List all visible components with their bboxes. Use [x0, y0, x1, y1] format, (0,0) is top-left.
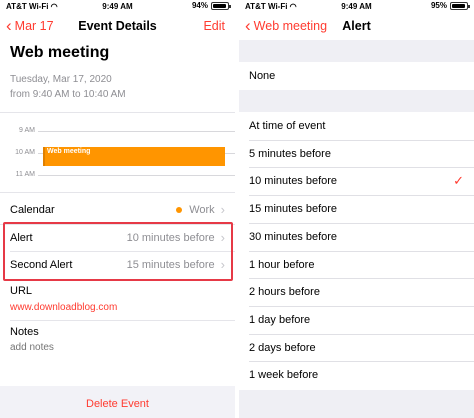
- battery-icon: [211, 1, 231, 10]
- battery-percent: 95%: [430, 1, 447, 10]
- battery-indicator: 95%: [430, 1, 470, 10]
- divider: [249, 361, 474, 363]
- option-label: 1 week before: [249, 369, 319, 382]
- nav-title: Alert: [342, 19, 371, 33]
- alert-option[interactable]: 2 days before: [239, 334, 474, 362]
- chevron-right-icon: ›: [220, 230, 225, 245]
- nav-title: Event Details: [78, 19, 157, 33]
- battery-icon: [450, 1, 470, 10]
- edit-button[interactable]: Edit: [203, 19, 225, 33]
- option-label: 15 minutes before: [249, 203, 338, 216]
- alert-label: Alert: [10, 231, 33, 244]
- alert-option[interactable]: 2 hours before: [239, 278, 474, 306]
- divider: [0, 112, 235, 113]
- divider: [0, 192, 235, 193]
- alert-option[interactable]: 1 hour before: [239, 251, 474, 279]
- option-label: 5 minutes before: [249, 147, 331, 160]
- alert-option[interactable]: 30 minutes before: [239, 223, 474, 251]
- option-label: 30 minutes before: [249, 230, 338, 243]
- divider: [249, 139, 474, 141]
- calendar-row[interactable]: Calendar Work ›: [10, 196, 225, 223]
- delete-event-button[interactable]: Delete Event: [0, 398, 235, 410]
- event-block[interactable]: Web meeting: [43, 147, 225, 166]
- nav-bar: ‹ Web meeting Alert: [239, 13, 474, 40]
- notes-label: Notes: [10, 326, 39, 338]
- second-alert-value: 15 minutes before: [126, 258, 215, 271]
- status-bar: AT&T Wi-Fi ◠ 9:49 AM 95%: [239, 0, 474, 13]
- battery-percent: 94%: [191, 1, 208, 10]
- option-label: At time of event: [249, 120, 326, 132]
- event-date: Tuesday, Mar 17, 2020: [10, 74, 112, 85]
- alert-option[interactable]: 5 minutes before: [239, 140, 474, 168]
- option-label: 2 days before: [249, 341, 316, 354]
- notes-input[interactable]: [10, 342, 210, 353]
- second-alert-label: Second Alert: [10, 258, 73, 271]
- second-alert-row[interactable]: Second Alert 15 minutes before ›: [10, 251, 225, 278]
- divider: [249, 222, 474, 224]
- divider: [249, 305, 474, 307]
- status-bar: AT&T Wi-Fi ◠ 9:49 AM 94%: [0, 0, 235, 13]
- alert-option[interactable]: At time of event: [239, 112, 474, 140]
- alert-option[interactable]: 15 minutes before: [239, 195, 474, 223]
- url-label: URL: [10, 285, 33, 297]
- alert-row[interactable]: Alert 10 minutes before ›: [10, 224, 225, 251]
- alert-option[interactable]: 1 week before: [239, 361, 474, 389]
- event-block-label: Web meeting: [47, 148, 91, 155]
- section-spacer: [239, 90, 474, 112]
- hour-label: 9 AM: [10, 127, 38, 134]
- event-time-range: from 9:40 AM to 10:40 AM: [10, 89, 126, 100]
- footer: Delete Event: [0, 386, 235, 418]
- alert-option[interactable]: 10 minutes before ✓: [239, 167, 474, 195]
- chevron-right-icon: ›: [220, 202, 225, 217]
- alert-option-none[interactable]: None: [239, 62, 474, 90]
- divider: [249, 195, 474, 197]
- alert-value: 10 minutes before: [126, 231, 215, 244]
- section-spacer: [239, 40, 474, 62]
- hour-label: 10 AM: [10, 149, 38, 156]
- checkmark-icon: ✓: [453, 173, 464, 189]
- hour-line: [10, 131, 235, 132]
- section-spacer: [239, 390, 474, 418]
- event-title: Web meeting: [10, 44, 110, 61]
- url-link[interactable]: www.downloadblog.com: [10, 302, 117, 313]
- option-label: None: [249, 70, 276, 82]
- event-details-screen: AT&T Wi-Fi ◠ 9:49 AM 94% ‹ Mar 17 Event …: [0, 0, 235, 418]
- calendar-value: Work: [189, 203, 215, 216]
- divider: [249, 278, 474, 280]
- hour-line: [10, 175, 235, 176]
- battery-indicator: 94%: [191, 1, 231, 10]
- option-label: 1 hour before: [249, 258, 315, 271]
- alert-picker-screen: AT&T Wi-Fi ◠ 9:49 AM 95% ‹ Web meeting A…: [239, 0, 474, 418]
- mini-calendar: 9 AM 10 AM 11 AM Web meeting: [10, 121, 235, 184]
- divider: [249, 333, 474, 335]
- calendar-color-dot: [176, 206, 183, 213]
- hour-label: 11 AM: [10, 171, 38, 178]
- option-label: 10 minutes before: [249, 175, 338, 188]
- nav-bar: ‹ Mar 17 Event Details Edit: [0, 13, 235, 40]
- alert-option[interactable]: 1 day before: [239, 306, 474, 334]
- event-date-block: Tuesday, Mar 17, 2020 from 9:40 AM to 10…: [10, 72, 126, 102]
- divider: [249, 167, 474, 169]
- option-label: 2 hours before: [249, 286, 320, 299]
- option-label: 1 day before: [249, 313, 311, 326]
- divider: [10, 320, 235, 321]
- divider: [249, 250, 474, 252]
- chevron-right-icon: ›: [220, 257, 225, 272]
- calendar-label: Calendar: [10, 203, 55, 216]
